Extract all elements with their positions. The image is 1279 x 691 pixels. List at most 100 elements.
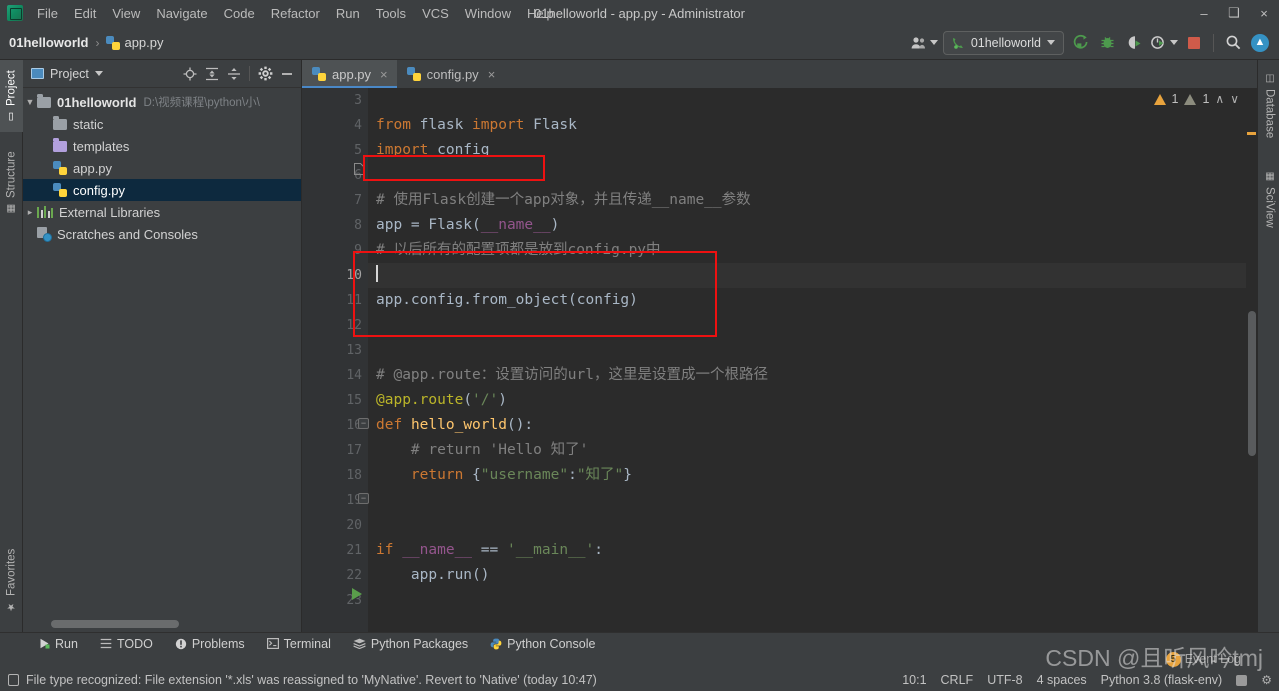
- code-line[interactable]: @app.route('/'): [368, 388, 1257, 413]
- tool-window-problems[interactable]: Problems: [164, 633, 256, 655]
- code-line[interactable]: [368, 338, 1257, 363]
- tree-item-static[interactable]: static: [23, 113, 301, 135]
- tool-window-python-packages[interactable]: Python Packages: [342, 633, 479, 655]
- collapse-all-icon[interactable]: [224, 64, 244, 84]
- menu-item-navigate[interactable]: Navigate: [148, 3, 215, 24]
- sidebar-tab-favorites[interactable]: ★ Favorites: [0, 536, 23, 624]
- stop-icon[interactable]: [1183, 32, 1205, 54]
- fold-icon[interactable]: −: [358, 493, 369, 504]
- run-coverage-icon[interactable]: [1123, 32, 1145, 54]
- run-gutter-icon[interactable]: [350, 581, 364, 606]
- menu-item-help[interactable]: Help: [519, 3, 562, 24]
- editor-vertical-scrollbar[interactable]: [1246, 116, 1257, 632]
- python-interpreter[interactable]: Python 3.8 (flask-env): [1101, 673, 1223, 687]
- breadcrumb-project[interactable]: 01helloworld: [9, 35, 88, 50]
- sidebar-tab-sciview[interactable]: ▦ SciView: [1258, 160, 1279, 238]
- editor-code-column[interactable]: from flask import Flask import config # 使…: [368, 88, 1257, 632]
- close-icon[interactable]: ×: [488, 67, 496, 82]
- chevron-right-icon[interactable]: ▸: [23, 207, 37, 218]
- status-message[interactable]: File type recognized: File extension '*.…: [0, 673, 597, 687]
- code-editor[interactable]: 1 1 ∧ ∨ 3 4 5 6 7 8 9 10 11 12 13 14 15 16 17 18 19 20 21 2…: [302, 88, 1257, 632]
- lock-icon[interactable]: [1236, 674, 1248, 686]
- hide-panel-icon[interactable]: [277, 64, 297, 84]
- run-icon[interactable]: [1069, 32, 1091, 54]
- menu-item-window[interactable]: Window: [457, 3, 519, 24]
- tool-window-todo[interactable]: TODO: [89, 633, 164, 655]
- previous-problem-icon[interactable]: ∧: [1215, 92, 1224, 106]
- code-line[interactable]: def hello_world():: [368, 413, 1257, 438]
- code-line[interactable]: from flask import Flask: [368, 113, 1257, 138]
- folder-icon: [37, 94, 51, 108]
- minimize-button[interactable]: –: [1189, 0, 1219, 26]
- code-line[interactable]: [368, 488, 1257, 513]
- code-line[interactable]: [368, 88, 1257, 113]
- menu-item-code[interactable]: Code: [216, 3, 263, 24]
- tree-item-app-py[interactable]: app.py: [23, 157, 301, 179]
- tree-item-01helloworld[interactable]: ▼ 01helloworld D:\视频课程\python\小\: [23, 91, 301, 113]
- project-panel-horizontal-scrollbar[interactable]: [51, 620, 179, 628]
- editor-tab-app-py[interactable]: app.py ×: [302, 60, 397, 88]
- code-token: Flask: [524, 117, 577, 133]
- code-line[interactable]: app.run(): [368, 563, 1257, 588]
- search-icon[interactable]: [1222, 32, 1244, 54]
- sidebar-tab-project[interactable]: ▯ Project: [0, 60, 23, 132]
- code-line[interactable]: app = Flask(__name__): [368, 213, 1257, 238]
- tool-window-terminal[interactable]: Terminal: [256, 633, 342, 655]
- tree-item-scratches-and-consoles[interactable]: Scratches and Consoles: [23, 223, 301, 245]
- code-line[interactable]: [368, 313, 1257, 338]
- tree-item-templates[interactable]: templates: [23, 135, 301, 157]
- code-line[interactable]: # 使用Flask创建一个app对象，并且传递__name__参数: [368, 188, 1257, 213]
- code-line[interactable]: [368, 588, 1257, 613]
- user-group-icon[interactable]: [911, 32, 938, 54]
- tree-item-external-libraries[interactable]: ▸ External Libraries: [23, 201, 301, 223]
- fold-icon[interactable]: −: [358, 418, 369, 429]
- code-line[interactable]: [368, 513, 1257, 538]
- scrollbar-thumb[interactable]: [1247, 311, 1256, 456]
- menu-item-vcs[interactable]: VCS: [414, 3, 457, 24]
- menu-item-view[interactable]: View: [104, 3, 148, 24]
- debug-icon[interactable]: [1096, 32, 1118, 54]
- line-separator[interactable]: CRLF: [941, 673, 974, 687]
- code-line[interactable]: # 以后所有的配置项都是放到config.py中: [368, 238, 1257, 263]
- tool-window-python-console[interactable]: Python Console: [479, 633, 606, 655]
- sidebar-tab-database[interactable]: ◫ Database: [1258, 64, 1279, 148]
- menu-item-run[interactable]: Run: [328, 3, 368, 24]
- code-line[interactable]: return {"username":"知了"}: [368, 463, 1257, 488]
- close-icon[interactable]: ×: [380, 67, 388, 82]
- locate-icon[interactable]: [180, 64, 200, 84]
- close-button[interactable]: ×: [1249, 0, 1279, 26]
- menu-item-file[interactable]: File: [29, 3, 66, 24]
- settings-gear-icon[interactable]: [255, 64, 275, 84]
- next-problem-icon[interactable]: ∨: [1230, 92, 1239, 106]
- code-line[interactable]: [368, 263, 1257, 288]
- editor-tab-config-py[interactable]: config.py ×: [396, 60, 505, 88]
- breadcrumb-file[interactable]: app.py: [106, 35, 164, 50]
- project-panel-title[interactable]: Project: [31, 67, 103, 81]
- maximize-button[interactable]: ❑: [1219, 0, 1249, 26]
- settings-gear-icon[interactable]: ⚙: [1261, 673, 1272, 687]
- caret-position[interactable]: 10:1: [902, 673, 926, 687]
- menu-item-tools[interactable]: Tools: [368, 3, 414, 24]
- run-configuration-selector[interactable]: 01helloworld: [942, 30, 1064, 55]
- code-line[interactable]: [368, 163, 1257, 188]
- code-line[interactable]: import config: [368, 138, 1257, 163]
- profile-icon[interactable]: [1150, 32, 1178, 54]
- chevron-down-icon[interactable]: ▼: [23, 97, 37, 107]
- update-icon[interactable]: ▲: [1249, 32, 1271, 54]
- menu-item-refactor[interactable]: Refactor: [263, 3, 328, 24]
- menu-item-edit[interactable]: Edit: [66, 3, 104, 24]
- code-line[interactable]: # return 'Hello 知了': [368, 438, 1257, 463]
- file-encoding[interactable]: UTF-8: [987, 673, 1022, 687]
- sidebar-tab-structure[interactable]: ▦ Structure: [0, 140, 23, 226]
- chevron-down-icon[interactable]: [94, 71, 103, 76]
- event-log-button[interactable]: 5 Event Log: [1165, 649, 1241, 669]
- expand-all-icon[interactable]: [202, 64, 222, 84]
- warning-marker[interactable]: [1247, 132, 1256, 135]
- indent-setting[interactable]: 4 spaces: [1037, 673, 1087, 687]
- tool-window-run[interactable]: Run: [28, 633, 89, 655]
- code-line[interactable]: app.config.from_object(config): [368, 288, 1257, 313]
- code-line[interactable]: # @app.route：设置访问的url，这里是设置成一个根路径: [368, 363, 1257, 388]
- code-token: (: [463, 392, 473, 408]
- tree-item-config-py[interactable]: config.py: [23, 179, 301, 201]
- code-line[interactable]: if __name__ == '__main__':: [368, 538, 1257, 563]
